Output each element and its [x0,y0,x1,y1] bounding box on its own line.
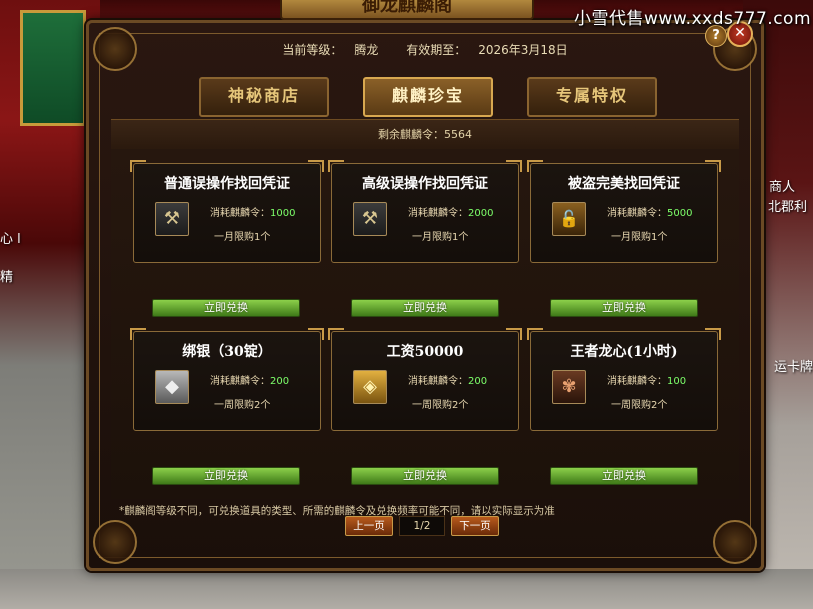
card-corner [328,328,344,340]
item-grid: 普通误操作找回凭证 ⚒ 消耗麒麟令：1000 一月限购1个 高级误操作找回凭证 … [111,149,739,499]
item-card: 王者龙心(1小时) ✾ 消耗麒麟令：100 一周限购2个 [527,328,721,431]
item-limit: 一月限购1个 [611,232,668,243]
item-cost: 消耗麒麟令：200 [408,376,488,387]
side-text-left-2: 精 [0,270,14,285]
exchange-button[interactable]: 立即兑换 [152,299,300,317]
exchange-button[interactable]: 立即兑换 [550,467,698,485]
item-name: 绑银（30锭） [182,344,272,360]
hammer-icon[interactable]: ⚒ [155,202,189,236]
item-cost: 消耗麒麟令：200 [210,376,290,387]
item-limit: 一周限购2个 [611,400,668,411]
level-label: 当前等级： 腾龙 [282,43,379,57]
tab-bar: 神秘商店 麒麟珍宝 专属特权 [199,77,657,117]
item-limit: 一周限购2个 [214,400,271,411]
level-value: 腾龙 [354,43,379,57]
lock-icon[interactable]: 🔓 [552,202,586,236]
window-title: 御龙麒麟阁 [280,0,534,20]
watermark: 小雪代售www.xxds777.com [574,9,811,29]
qilin-pavilion-window: 当前等级： 腾龙 有效期至： 2026年3月18日 ? ✕ 神秘商店 麒麟珍宝 专属… [86,20,764,571]
dragon-icon[interactable]: ✾ [552,370,586,404]
hammer-icon[interactable]: ⚒ [353,202,387,236]
item-limit: 一月限购1个 [412,232,469,243]
card-corner [506,328,522,340]
item-card: 高级误操作找回凭证 ⚒ 消耗麒麟令：2000 一月限购1个 [328,160,522,263]
corner-ornament-bottom-left [93,520,137,564]
pagination: 上一页 1/2 下一页 [345,516,499,536]
silver-ingot-icon[interactable]: ◆ [155,370,189,404]
item-limit: 一月限购1个 [214,232,271,243]
item-name: 王者龙心(1小时) [570,344,678,360]
item-cost: 消耗麒麟令：2000 [408,208,494,219]
page-indicator: 1/2 [399,516,445,536]
tab-qilin-treasure[interactable]: 麒麟珍宝 [363,77,493,117]
item-name: 普通误操作找回凭证 [164,176,290,192]
item-card: 被盗完美找回凭证 🔓 消耗麒麟令：5000 一月限购1个 [527,160,721,263]
exchange-button[interactable]: 立即兑换 [152,467,300,485]
item-name: 高级误操作找回凭证 [362,176,488,192]
item-cost: 消耗麒麟令：1000 [210,208,296,219]
item-name: 工资50000 [386,344,464,360]
remaining-tokens: 剩余麒麟令：5564 [111,119,739,151]
tab-exclusive-privilege[interactable]: 专属特权 [527,77,657,117]
item-card: 工资50000 ◈ 消耗麒麟令：200 一周限购2个 [328,328,522,431]
exchange-button[interactable]: 立即兑换 [550,299,698,317]
background-left-scene [0,0,100,609]
card-corner [308,328,324,340]
card-corner [308,160,324,172]
item-limit: 一周限购2个 [412,400,469,411]
side-text-right-3: 运卡牌 [773,360,813,375]
card-corner [527,328,543,340]
card-corner [705,160,721,172]
exchange-button[interactable]: 立即兑换 [351,467,499,485]
card-corner [130,160,146,172]
card-corner [328,160,344,172]
item-card: 普通误操作找回凭证 ⚒ 消耗麒麟令：1000 一月限购1个 [130,160,324,263]
side-text-left-1: 心 l [0,232,21,247]
background-ground [0,569,813,609]
next-page-button[interactable]: 下一页 [451,516,499,536]
card-corner [527,160,543,172]
side-text-right-1: 商人 [768,180,795,195]
item-cost: 消耗麒麟令：5000 [607,208,693,219]
tab-mystery-shop[interactable]: 神秘商店 [199,77,329,117]
prev-page-button[interactable]: 上一页 [345,516,393,536]
card-corner [130,328,146,340]
item-name: 被盗完美找回凭证 [568,176,680,192]
card-corner [506,160,522,172]
corner-ornament-bottom-right [713,520,757,564]
expiry-value: 2026年3月18日 [478,43,568,57]
gold-ingot-icon[interactable]: ◈ [353,370,387,404]
item-card: 绑银（30锭） ◆ 消耗麒麟令：200 一周限购2个 [130,328,324,431]
item-cost: 消耗麒麟令：100 [607,376,687,387]
exchange-button[interactable]: 立即兑换 [351,299,499,317]
level-info: 当前等级： 腾龙 有效期至： 2026年3月18日 [89,41,761,58]
expiry-label: 有效期至： 2026年3月18日 [406,43,568,57]
card-corner [705,328,721,340]
side-text-right-2: 北郡利 [767,200,807,215]
